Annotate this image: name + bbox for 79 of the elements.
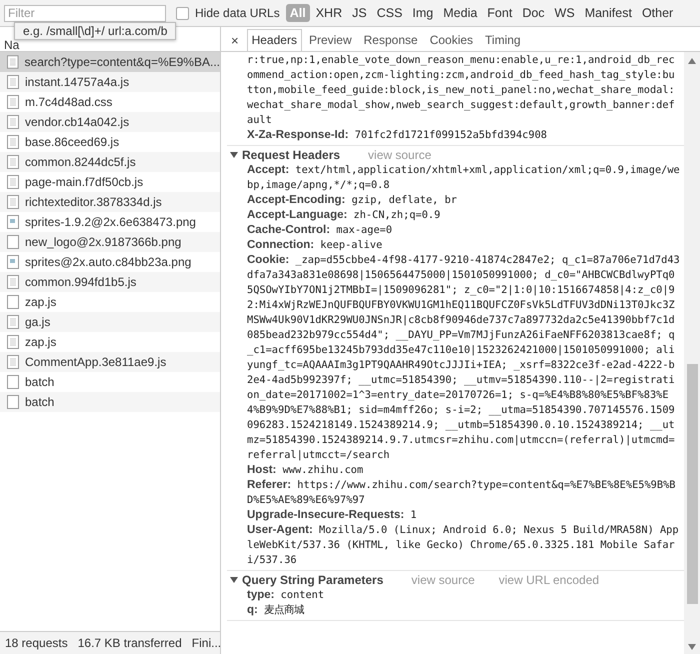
type-filter-button[interactable]: XHR [312,4,346,22]
tab[interactable]: Response [358,29,423,51]
tab[interactable]: Cookies [424,29,478,51]
request-row[interactable]: sprites@2x.auto.c84bb23a.png [0,252,220,272]
type-filter-button[interactable]: Other [638,4,678,22]
header-row-text: Referer: https://www.zhihu.com/search?type=content&q=%E7%BE%8E%E5%9B%BD%E5%AE%89%E6%97%97 [246,478,676,508]
section-title: Query String Parameters [242,572,384,586]
header-row-text: type: content [246,588,326,603]
request-row[interactable]: search?type=content&q=%E9%BA... [0,52,220,72]
request-row[interactable]: common.994fd1b5.js [0,272,220,292]
blank-file-icon [7,375,19,389]
blank-file-icon [7,295,19,309]
file-icon [7,355,19,369]
file-icon [7,75,19,89]
status-text: Fini... [192,636,222,650]
header-row-text: Connection: keep-alive [246,238,384,253]
request-row[interactable]: m.7c4d48ad.css [0,92,220,112]
request-row[interactable]: page-main.f7df50cb.js [0,172,220,192]
scroll-down-icon[interactable] [688,644,696,650]
file-icon [7,155,19,169]
blank-file-icon [7,235,19,249]
request-row[interactable]: batch [0,392,220,412]
triangle-icon[interactable] [230,576,238,584]
filter-field[interactable]: Filter [4,4,166,22]
tab[interactable]: Timing [480,29,526,51]
header-row-text: Host: www.zhihu.com [246,463,364,478]
header-row-text: Accept-Encoding: gzip, deflate, br [246,193,458,208]
request-row[interactable]: sprites-1.9.2@2x.6e638473.png [0,212,220,232]
type-filter-button[interactable]: Font [483,4,516,22]
checkbox-label: Hide data URLs [195,6,280,20]
file-icon [7,275,19,289]
scrollbar[interactable] [684,52,700,654]
type-filter-button[interactable]: Manifest [580,4,636,22]
request-row[interactable]: vendor.cb14a042.js [0,112,220,132]
section-title: Request Headers [242,148,340,162]
type-filter-button[interactable]: Doc [518,4,549,22]
file-icon [7,95,19,109]
header-row-text: X-Za-Response-Id: 701fc2fd1721f099152a5bfd394c908 [246,128,548,143]
file-icon [7,55,19,69]
triangle-icon[interactable] [230,150,238,158]
request-row[interactable]: richtexteditor.3878334d.js [0,192,220,212]
header-row-text: q: 麦点商城 [246,603,306,618]
status-text: 16.7 KB transferred [78,636,182,650]
request-row[interactable]: ga.js [0,312,220,332]
tab[interactable]: Headers [246,29,302,51]
request-row[interactable]: base.86ceed69.js [0,132,220,152]
file-icon [7,315,19,329]
tooltip: e.g. /small[\d]+/ url:a.com/b [14,22,176,40]
file-icon [7,195,19,209]
image-file-icon [7,255,19,269]
header-row-text: Accept-Language: zh-CN,zh;q=0.9 [246,208,442,223]
blank-file-icon [7,395,19,409]
request-row[interactable]: instant.14757a4a.js [0,72,220,92]
column-header: Na [4,39,20,51]
request-row[interactable]: new_logo@2x.9187366b.png [0,232,220,252]
close-button[interactable]: × [225,33,245,51]
image-file-icon [7,215,19,229]
request-row[interactable]: common.8244dc5f.js [0,152,220,172]
checkbox[interactable] [176,6,189,20]
tab[interactable]: Preview [304,29,357,51]
file-icon [7,335,19,349]
header-row-text: Cache-Control: max-age=0 [246,223,394,238]
type-filter-button[interactable]: Img [408,4,438,22]
type-filter-button[interactable]: WS [550,4,579,22]
request-row[interactable]: CommentApp.3e811ae9.js [0,352,220,372]
request-row[interactable]: zap.js [0,332,220,352]
request-row[interactable]: batch [0,372,220,392]
scroll-up-icon[interactable] [688,58,696,64]
header-value: r:true,np:1,enable_vote_down_reason_menu:enable,u_re:1,android_db_recommend_action:open,zcm-lighting:zcm,android_db_feed_hash_tag_style:button,mobile_feed_guide:block,is_new_noti_panel:no,wechat_share_modal:wechat_share_modal_show,nweb_search_suggest:default,growth_banner:default [246,53,676,128]
type-filter-button[interactable]: CSS [372,4,406,22]
header-row-text: Upgrade-Insecure-Requests: 1 [246,508,418,523]
type-filter-button[interactable]: JS [348,4,371,22]
type-filter-button[interactable]: Media [439,4,482,22]
file-icon [7,115,19,129]
file-icon [7,175,19,189]
request-row[interactable]: zap.js [0,292,220,312]
header-row-text: User-Agent: Mozilla/5.0 (Linux; Android 6.0; Nexus 5 Build/MRA58N) AppleWebKit/537.36 (KHTML, like Gecko) Chrome/65.0.3325.181 Mobile Safari/537.36 [246,523,680,568]
file-icon [7,135,19,149]
status-text: 18 requests [5,636,68,650]
